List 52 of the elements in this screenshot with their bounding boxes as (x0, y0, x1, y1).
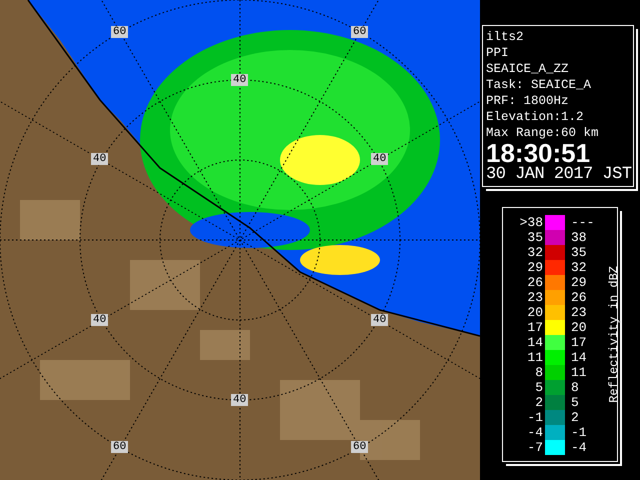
legend-value: -7 (526, 440, 544, 454)
range-label: 60 (351, 441, 368, 453)
legend-value: 8 (534, 364, 544, 380)
legend-value: 26 (570, 290, 588, 304)
legend-value: 20 (570, 320, 588, 334)
legend-value: 23 (570, 304, 588, 320)
range-label: 40 (91, 314, 108, 326)
legend-value: 35 (526, 230, 544, 244)
legend-value: 2 (570, 410, 580, 424)
legend-value: 29 (526, 260, 544, 274)
legend-value: 2 (534, 394, 544, 410)
legend-value: -1 (526, 410, 544, 424)
legend-value: 38 (570, 230, 588, 244)
legend-value: 11 (526, 350, 544, 364)
legend-value: 32 (570, 260, 588, 274)
range-label: 40 (231, 74, 248, 86)
legend-value: 14 (526, 334, 544, 350)
legend-value: 17 (526, 320, 544, 334)
range-label: 60 (111, 441, 128, 453)
range-label: 40 (371, 153, 388, 165)
legend-value: 23 (526, 290, 544, 304)
range-label: 60 (111, 26, 128, 38)
legend-value: 20 (526, 304, 544, 320)
legend-value: 26 (526, 274, 544, 290)
time-text: 18:30:51 (486, 141, 590, 165)
legend-value: -1 (570, 424, 588, 440)
info-text: ilts2 (486, 29, 525, 45)
legend-value: 5 (570, 394, 580, 410)
legend-value: 32 (526, 244, 544, 260)
legend-title: Reflectivity in dBZ (607, 266, 621, 403)
range-label: 40 (91, 153, 108, 165)
legend-value: 17 (570, 334, 588, 350)
info-text: PPI (486, 45, 510, 61)
info-text: SEAICE_A_ZZ (486, 61, 570, 77)
legend-value: 11 (570, 364, 588, 380)
legend-value: -4 (570, 440, 588, 454)
range-label: 60 (351, 26, 368, 38)
legend-value: 14 (570, 350, 588, 364)
range-label: 40 (231, 394, 248, 406)
legend-value: 29 (570, 274, 588, 290)
legend-value: >38 (518, 214, 544, 230)
info-text: Max Range:60 km (486, 125, 600, 141)
info-text: Elevation:1.2 (486, 109, 585, 125)
legend-value: 35 (570, 244, 588, 260)
legend-value: -4 (526, 424, 544, 440)
legend-value: 5 (534, 380, 544, 394)
info-text: Task: SEAICE_A (486, 77, 592, 93)
legend-value: 8 (570, 380, 580, 394)
info-text: PRF: 1800Hz (486, 93, 570, 109)
legend-value: --- (570, 214, 596, 230)
range-label: 40 (371, 314, 388, 326)
date-text: 30 JAN 2017 JST (486, 165, 632, 185)
